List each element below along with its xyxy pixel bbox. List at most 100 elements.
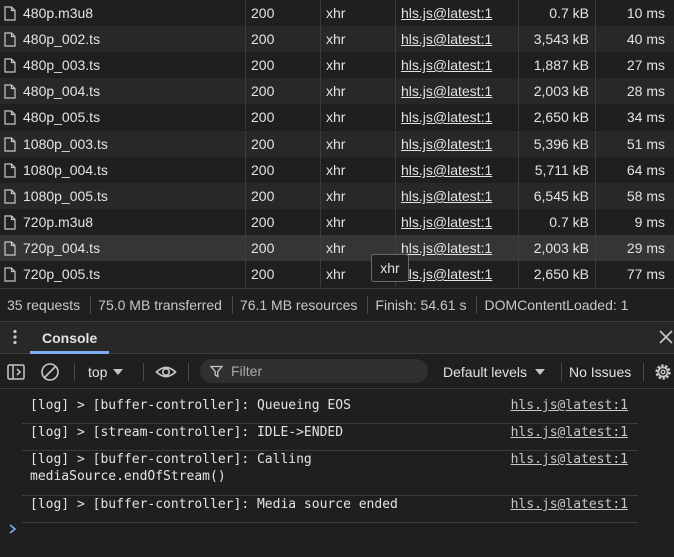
request-initiator-link[interactable]: hls.js@latest:1 [401,188,492,204]
request-name-cell[interactable]: 480p_002.ts [0,26,246,52]
request-row[interactable]: 480p_003.ts 200 xhr hls.js@latest:1 1,887 kB… [0,52,674,78]
request-row[interactable]: 1080p_004.ts 200 xhr hls.js@latest:1 5,711 k… [0,157,674,183]
file-icon [4,31,16,47]
toolbar-divider [643,363,644,381]
request-initiator-link[interactable]: hls.js@latest:1 [401,240,492,256]
request-type: xhr [321,183,396,209]
console-message-source-link[interactable]: hls.js@latest:1 [511,451,628,468]
console-message: [log] > [buffer-controller]: Queueing EO… [22,397,638,424]
request-row[interactable]: 1080p_005.ts 200 xhr hls.js@latest:1 6,545 k… [0,183,674,209]
request-status: 200 [246,78,321,104]
request-initiator-link[interactable]: hls.js@latest:1 [401,31,492,47]
request-time: 9 ms [634,214,665,230]
request-name-cell[interactable]: 1080p_005.ts [0,183,246,209]
request-type: xhr [321,78,396,104]
console-toolbar: top Default levels No Issues [0,355,674,389]
console-message-source-link[interactable]: hls.js@latest:1 [511,397,628,414]
request-time: 28 ms [626,83,665,99]
request-size: 5,711 kB [519,157,596,183]
request-row[interactable]: 480p_002.ts 200 xhr hls.js@latest:1 3,543 kB… [0,26,674,52]
console-message-text: [log] > [stream-controller]: IDLE->ENDED [30,425,344,440]
request-name-cell[interactable]: 1080p_003.ts [0,131,246,157]
console-messages: [log] > [buffer-controller]: Queueing EO… [0,390,674,557]
tab-console[interactable]: Console [30,322,110,354]
filter-input[interactable] [229,362,413,380]
request-name-cell[interactable]: 1080p_004.ts [0,157,246,183]
gear-icon[interactable] [653,362,673,382]
request-initiator-link[interactable]: hls.js@latest:1 [401,162,492,178]
tab-console-label: Console [42,330,98,346]
console-message-source-link[interactable]: hls.js@latest:1 [511,424,628,441]
request-status: 200 [246,131,321,157]
request-row[interactable]: 480p.m3u8 200 xhr hls.js@latest:1 0.7 kB 10 m… [0,0,674,26]
request-name: 720p_005.ts [23,266,101,282]
request-initiator-cell: hls.js@latest:1 [396,104,519,130]
request-type: xhr [321,209,396,235]
request-initiator-cell: hls.js@latest:1 [396,261,519,287]
type-tooltip: xhr [371,254,409,282]
file-icon [4,240,16,256]
request-type: xhr [321,104,396,130]
file-icon [4,162,16,178]
request-name: 480p_003.ts [23,57,101,73]
request-name-cell[interactable]: 720p.m3u8 [0,209,246,235]
request-initiator-link[interactable]: hls.js@latest:1 [401,57,492,73]
request-row[interactable]: 1080p_003.ts 200 xhr hls.js@latest:1 5,396 k… [0,131,674,157]
request-initiator-link[interactable]: hls.js@latest:1 [401,136,492,152]
request-type: xhr [321,26,396,52]
request-row[interactable]: 720p.m3u8 200 xhr hls.js@latest:1 0.7 kB 9 ms [0,209,674,235]
request-time: 29 ms [626,240,665,256]
request-size: 0.7 kB [519,209,596,235]
file-icon [4,188,16,204]
request-name-cell[interactable]: 480p_005.ts [0,104,246,130]
live-expression-eye-icon[interactable] [155,362,177,382]
request-row[interactable]: 720p_004.ts 200 xhr hls.js@latest:1 2,003 kB… [0,235,674,261]
console-message: [log] > [buffer-controller]: Calling med… [22,451,638,496]
request-name: 720p.m3u8 [23,214,94,230]
request-initiator-link[interactable]: hls.js@latest:1 [401,83,492,99]
request-initiator-link[interactable]: hls.js@latest:1 [401,109,492,125]
request-size: 3,543 kB [519,26,596,52]
request-initiator-cell: hls.js@latest:1 [396,209,519,235]
more-options-icon[interactable] [9,329,21,345]
sidebar-toggle-icon[interactable] [6,362,26,382]
request-name-cell[interactable]: 720p_004.ts [0,235,246,261]
request-name: 480p_005.ts [23,109,101,125]
request-type: xhr [321,0,396,26]
request-status: 200 [246,209,321,235]
request-row[interactable]: 720p_005.ts 200 xhr hls.js@latest:1 2,650 kB… [0,261,674,287]
summary-dom-content-loaded: DOMContentLoaded: 1 [484,297,629,313]
request-time: 40 ms [626,31,665,47]
filter-box [200,359,428,383]
context-selector[interactable]: top [88,355,124,388]
request-initiator-link[interactable]: hls.js@latest:1 [401,214,492,230]
console-prompt-chevron-icon[interactable] [8,524,18,534]
request-name-cell[interactable]: 720p_005.ts [0,261,246,287]
request-size: 2,650 kB [519,261,596,287]
network-request-table: 480p.m3u8 200 xhr hls.js@latest:1 0.7 kB 10 m… [0,0,674,287]
request-name-cell[interactable]: 480p.m3u8 [0,0,246,26]
request-initiator-cell: hls.js@latest:1 [396,183,519,209]
request-name-cell[interactable]: 480p_003.ts [0,52,246,78]
file-icon [4,136,16,152]
request-row[interactable]: 480p_005.ts 200 xhr hls.js@latest:1 2,650 kB… [0,104,674,130]
clear-console-icon[interactable] [40,362,60,382]
request-initiator-cell: hls.js@latest:1 [396,26,519,52]
request-name-cell[interactable]: 480p_004.ts [0,78,246,104]
request-type: xhr [321,131,396,157]
request-row[interactable]: 480p_004.ts 200 xhr hls.js@latest:1 2,003 kB… [0,78,674,104]
file-icon [4,57,16,73]
drawer-tab-strip: Console [0,321,674,354]
issues-counter[interactable]: No Issues [569,355,631,388]
request-initiator-link[interactable]: hls.js@latest:1 [401,5,492,21]
request-type: xhr [321,157,396,183]
request-initiator-link[interactable]: hls.js@latest:1 [401,266,492,282]
close-icon[interactable] [658,329,674,345]
request-name: 480p_004.ts [23,83,101,99]
file-icon [4,266,16,282]
request-status: 200 [246,261,321,287]
request-size: 1,887 kB [519,52,596,78]
console-message-text: [log] > [buffer-controller]: Media sourc… [30,497,398,512]
console-message-source-link[interactable]: hls.js@latest:1 [511,496,628,513]
log-levels-dropdown[interactable]: Default levels [443,355,546,388]
